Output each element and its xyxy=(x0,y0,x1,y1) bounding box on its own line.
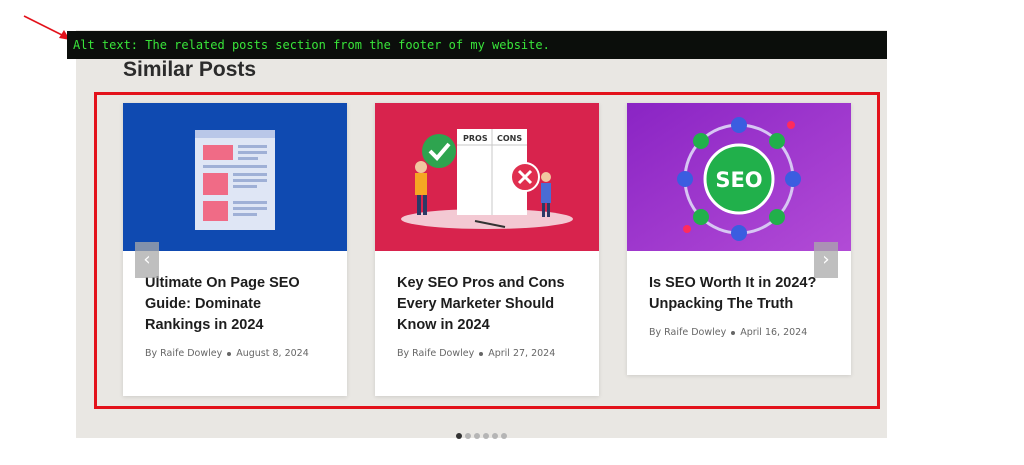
post-meta: By Raife Dowley April 27, 2024 xyxy=(375,336,599,359)
post-title[interactable]: Key SEO Pros and Cons Every Marketer Sho… xyxy=(375,251,599,336)
post-author: By Raife Dowley xyxy=(397,348,475,359)
post-author: By Raife Dowley xyxy=(649,327,727,338)
post-date: April 16, 2024 xyxy=(740,327,808,338)
chevron-right-icon: › xyxy=(822,249,830,270)
pros-cons-checklist-icon: PROS CONS xyxy=(375,103,599,251)
pagination-dot[interactable] xyxy=(456,433,462,439)
carousel-prev-button[interactable]: ‹ xyxy=(135,242,159,278)
seo-network-icon: SEO xyxy=(627,103,851,251)
carousel-next-button[interactable]: › xyxy=(814,242,838,278)
pagination-dot[interactable] xyxy=(474,433,480,439)
post-date: April 27, 2024 xyxy=(488,348,556,359)
chevron-left-icon: ‹ xyxy=(143,249,151,270)
carousel-pagination xyxy=(456,424,510,443)
post-meta: By Raife Dowley August 8, 2024 xyxy=(123,336,347,359)
separator-dot-icon xyxy=(479,351,484,356)
similar-posts-heading: Similar Posts xyxy=(123,58,257,81)
post-date: August 8, 2024 xyxy=(236,348,309,359)
web-page-layout-icon xyxy=(123,103,347,251)
annotation-arrow-icon xyxy=(23,15,70,40)
post-card[interactable]: SEO Is SEO Worth It in 2024? Unpacking T… xyxy=(627,103,851,375)
alt-text-banner: Alt text: The related posts section from… xyxy=(67,31,887,59)
pagination-dot[interactable] xyxy=(483,433,489,439)
separator-dot-icon xyxy=(227,351,232,356)
cons-label: CONS xyxy=(497,134,522,143)
separator-dot-icon xyxy=(731,330,736,335)
pagination-dot[interactable] xyxy=(465,433,471,439)
pros-label: PROS xyxy=(463,134,488,143)
pagination-dot[interactable] xyxy=(492,433,498,439)
post-meta: By Raife Dowley April 16, 2024 xyxy=(627,315,851,338)
alt-text: Alt text: The related posts section from… xyxy=(73,38,550,52)
post-card[interactable]: PROS CONS Key SEO Pros and Cons Every Ma… xyxy=(375,103,599,396)
post-author: By Raife Dowley xyxy=(145,348,223,359)
seo-label: SEO xyxy=(715,168,762,192)
pagination-dot[interactable] xyxy=(501,433,507,439)
